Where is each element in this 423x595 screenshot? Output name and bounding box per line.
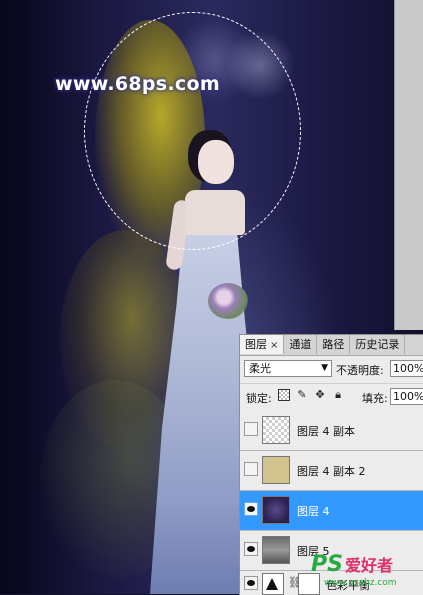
brush-icon[interactable]: ✎ <box>296 389 308 401</box>
opacity-label: 不透明度: <box>336 364 384 377</box>
panel-tabs: 图层 × 通道 路径 历史记录 <box>240 335 423 356</box>
layer-thumbnail <box>262 536 290 564</box>
tab-paths-label: 路径 <box>322 338 345 351</box>
eye-icon[interactable] <box>244 502 258 516</box>
photoshop-workspace-edge <box>394 0 423 330</box>
elliptical-selection-marquee[interactable] <box>84 12 301 250</box>
lock-transparent-pixels-icon[interactable] <box>278 389 290 401</box>
blend-mode-select[interactable]: 柔光 ▼ <box>244 360 332 377</box>
layer-name: 图层 4 副本 <box>297 425 355 438</box>
tab-layers-label: 图层 <box>245 338 267 351</box>
blend-mode-value: 柔光 <box>249 362 271 375</box>
layer-thumbnail <box>262 496 290 524</box>
visibility-toggle[interactable] <box>244 462 258 476</box>
layer-list: 图层 4 副本 图层 4 副本 2 图层 4 图层 5 <box>240 411 423 571</box>
lock-row: 锁定: ✎ ✥ 🔒︎ 填充: 100% <box>240 383 423 408</box>
tab-history[interactable]: 历史记录 <box>350 335 406 354</box>
layer-row[interactable]: 图层 4 副本 2 <box>240 451 423 491</box>
logo-cn: 爱好者 <box>344 556 393 575</box>
bouquet <box>208 283 248 319</box>
adjustment-thumbnail <box>262 573 284 595</box>
chevron-down-icon: ▼ <box>321 363 328 373</box>
close-icon[interactable]: × <box>270 340 278 351</box>
logo-ps: PS <box>311 552 343 577</box>
move-icon[interactable]: ✥ <box>314 389 326 401</box>
logo-url: www.psahz.com <box>324 578 397 588</box>
watermark-text: www.68ps.com <box>55 73 220 95</box>
layer-row-selected[interactable]: 图层 4 <box>240 491 423 531</box>
eye-icon[interactable] <box>244 576 258 590</box>
layer-row[interactable]: 图层 4 副本 <box>240 411 423 451</box>
lock-label: 锁定: <box>246 392 272 405</box>
opacity-input[interactable]: 100% <box>390 360 423 377</box>
eye-icon[interactable] <box>244 542 258 556</box>
layer-thumbnail <box>262 456 290 484</box>
lock-icon[interactable]: 🔒︎ <box>332 389 344 401</box>
tab-channels[interactable]: 通道 <box>284 335 318 354</box>
site-logo: PS 爱好者 <box>311 552 393 577</box>
blend-row: 柔光 ▼ 不透明度: 100% <box>240 357 423 379</box>
fill-label: 填充: <box>362 392 388 405</box>
tab-paths[interactable]: 路径 <box>317 335 351 354</box>
tab-history-label: 历史记录 <box>355 338 400 351</box>
visibility-toggle[interactable] <box>244 422 258 436</box>
fill-input[interactable]: 100% <box>390 388 423 405</box>
tab-layers[interactable]: 图层 × <box>240 335 285 354</box>
layer-name: 图层 4 <box>297 505 330 518</box>
layer-thumbnail <box>262 416 290 444</box>
layer-name: 图层 4 副本 2 <box>297 465 366 478</box>
tab-channels-label: 通道 <box>289 338 312 351</box>
